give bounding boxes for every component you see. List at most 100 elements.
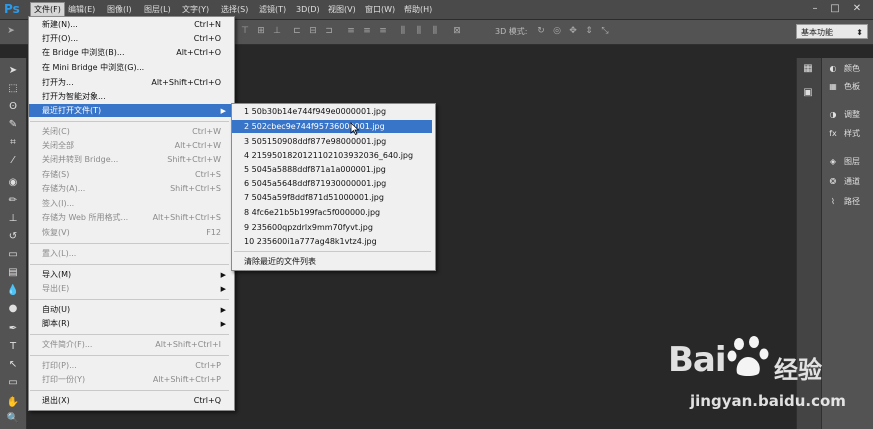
menu-layer[interactable]: 图层(L) [141,3,174,16]
align-middle-icon[interactable]: ⊞ [256,26,266,36]
recent-file-item[interactable]: 1 50b30b14e744f949e0000001.jpg [244,105,386,119]
recent-file-item[interactable]: 5 5045a5888ddf871a1a000001.jpg [244,163,386,177]
clear-recent-files[interactable]: 清除最近的文件列表 [244,255,316,269]
menu-select[interactable]: 选择(S) [218,3,251,16]
recent-file-item[interactable]: 7 5045a59f8ddf871d51000001.jpg [244,191,384,205]
panel-color[interactable]: ◐ 颜色 [826,62,861,76]
minimize-button[interactable]: – [808,2,822,16]
marquee-tool-icon[interactable]: ⬚ [6,82,20,96]
recent-file-item[interactable]: 6 5045a5648ddf871930000001.jpg [244,177,386,191]
file-scripts[interactable]: 脚本(R) [42,317,70,331]
path-select-tool-icon[interactable]: ↖ [6,358,20,372]
file-info[interactable]: 文件简介(F)... [42,338,92,352]
distribute-right-icon[interactable]: ⫼ [430,26,440,36]
file-exit[interactable]: 退出(X) [42,394,70,408]
healing-brush-tool-icon[interactable]: ◉ [6,176,20,190]
file-revert[interactable]: 恢复(V) [42,226,70,240]
menu-file[interactable]: 文件(F) [30,2,65,17]
3d-rotate-icon[interactable]: ↻ [536,26,546,36]
align-left-icon[interactable]: ⊏ [292,26,302,36]
crop-tool-icon[interactable]: ⌗ [6,136,20,150]
pen-tool-icon[interactable]: ✒ [6,322,20,336]
recent-file-item[interactable]: 9 235600qpzdrlx9mm70fyvt.jpg [244,221,373,235]
distribute-left-icon[interactable]: ⫼ [398,26,408,36]
align-bottom-icon[interactable]: ⊥ [272,26,282,36]
menu-filter[interactable]: 滤镜(T) [256,3,289,16]
panel-styles[interactable]: fx 样式 [826,127,860,141]
file-import[interactable]: 导入(M) [42,268,71,282]
3d-scale-icon[interactable]: ⤡ [600,26,610,36]
menu-view[interactable]: 视图(V) [325,3,359,16]
file-save-for-web[interactable]: 存储为 Web 所用格式... [42,211,128,225]
file-print[interactable]: 打印(P)... [42,359,77,373]
3d-roll-icon[interactable]: ◎ [552,26,562,36]
file-export[interactable]: 导出(E) [42,282,69,296]
clone-stamp-tool-icon[interactable]: ⊥ [6,212,20,226]
file-save-as[interactable]: 存储为(A)... [42,182,85,196]
distribute-middle-icon[interactable]: ≡ [362,26,372,36]
file-recent[interactable]: 最近打开文件(T) [42,104,101,118]
align-center-icon[interactable]: ⊟ [308,26,318,36]
file-check-in[interactable]: 签入(I)... [42,197,74,211]
align-top-icon[interactable]: ⊤ [240,26,250,36]
move-tool-icon[interactable]: ➤ [6,64,20,78]
file-print-one[interactable]: 打印一份(Y) [42,373,85,387]
move-tool-preset-icon[interactable]: ➤ [6,26,16,36]
auto-align-icon[interactable]: ⊠ [452,26,462,36]
panel-swatches[interactable]: ▦ 色板 [826,80,860,94]
history-brush-tool-icon[interactable]: ↺ [6,230,20,244]
file-open-smart-object[interactable]: 打开为智能对象... [42,90,106,104]
recent-file-item[interactable]: 10 235600i1a777ag48k1vtz4.jpg [244,235,377,249]
file-save[interactable]: 存储(S) [42,168,69,182]
eraser-tool-icon[interactable]: ▭ [6,248,20,262]
recent-file-item[interactable]: 3 505150908ddf877e98000001.jpg [244,135,386,149]
blur-tool-icon[interactable]: 💧 [6,284,20,298]
quick-select-tool-icon[interactable]: ✎ [6,118,20,132]
file-browse-bridge[interactable]: 在 Bridge 中浏览(B)... [42,46,125,60]
file-new[interactable]: 新建(N)... [42,18,78,32]
distribute-top-icon[interactable]: ≡ [346,26,356,36]
menu-image[interactable]: 图像(I) [104,3,135,16]
file-close-go-bridge[interactable]: 关闭并转到 Bridge... [42,153,118,167]
workspace-select[interactable]: 基本功能 ⬍ [796,24,868,39]
menu-type[interactable]: 文字(Y) [179,3,212,16]
recent-file-item[interactable]: 2 502cbec9e744f95736000001.jpg [244,120,385,134]
panel-layers[interactable]: ◈ 图层 [826,155,860,169]
distribute-center-icon[interactable]: ⫼ [414,26,424,36]
close-button[interactable]: ✕ [850,2,864,16]
history-panel-icon[interactable]: ▦ [801,62,815,76]
distribute-bottom-icon[interactable]: ≡ [378,26,388,36]
file-automate[interactable]: 自动(U) [42,303,70,317]
shortcut-print-one: Alt+Shift+Ctrl+P [152,375,221,384]
recent-file-item[interactable]: 8 4fc6e21b5b199fac5f000000.jpg [244,206,380,220]
file-close[interactable]: 关闭(C) [42,125,70,139]
menu-window[interactable]: 窗口(W) [362,3,398,16]
menu-3d[interactable]: 3D(D) [293,3,323,16]
panel-adjustments[interactable]: ◑ 调整 [826,108,861,122]
file-close-all[interactable]: 关闭全部 [42,139,74,153]
file-open-as[interactable]: 打开为... [42,76,74,90]
gradient-tool-icon[interactable]: ▤ [6,266,20,280]
file-browse-mini-bridge[interactable]: 在 Mini Bridge 中浏览(G)... [42,61,144,75]
properties-panel-icon[interactable]: ▣ [801,86,815,100]
file-place[interactable]: 置入(L)... [42,247,76,261]
3d-drag-icon[interactable]: ✥ [568,26,578,36]
menu-help[interactable]: 帮助(H) [401,3,435,16]
maximize-button[interactable]: □ [828,2,842,16]
type-tool-icon[interactable]: T [6,340,20,354]
dodge-tool-icon[interactable]: ● [6,302,20,316]
menu-edit[interactable]: 编辑(E) [65,3,98,16]
lasso-tool-icon[interactable]: ʘ [6,100,20,114]
eyedropper-tool-icon[interactable]: ⁄ [6,154,20,168]
panel-channels[interactable]: ❂ 通道 [826,175,860,189]
zoom-tool-icon[interactable]: 🔍 [6,412,20,426]
brush-tool-icon[interactable]: ✏ [6,194,20,208]
3d-slide-icon[interactable]: ⇕ [584,26,594,36]
panel-paths[interactable]: ⌇ 路径 [826,195,860,209]
recent-file-item[interactable]: 4 215950182012110210393​2036_640.jpg [244,149,413,163]
shape-tool-icon[interactable]: ▭ [6,376,20,390]
file-open[interactable]: 打开(O)... [42,32,78,46]
align-right-icon[interactable]: ⊐ [324,26,334,36]
hand-tool-icon[interactable]: ✋ [6,396,20,410]
shortcut-save-as: Shift+Ctrl+S [170,184,221,193]
